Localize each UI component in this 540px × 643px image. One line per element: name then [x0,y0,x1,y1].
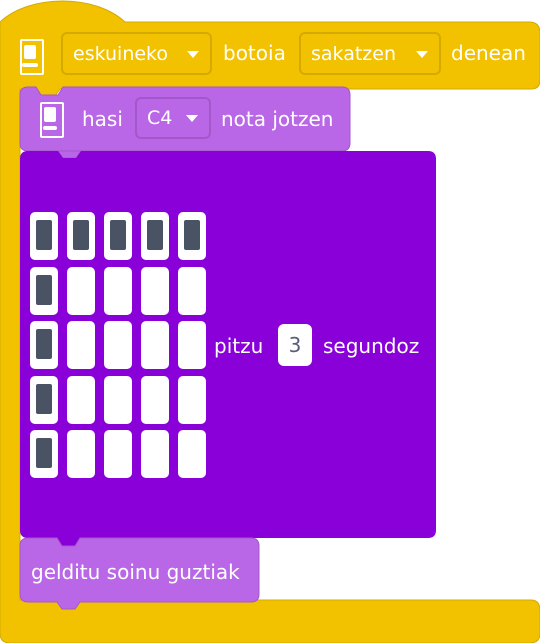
stop-block-shape [19,537,260,610]
stop-all-sounds-label: gelditu soinu guztiak [31,560,240,584]
